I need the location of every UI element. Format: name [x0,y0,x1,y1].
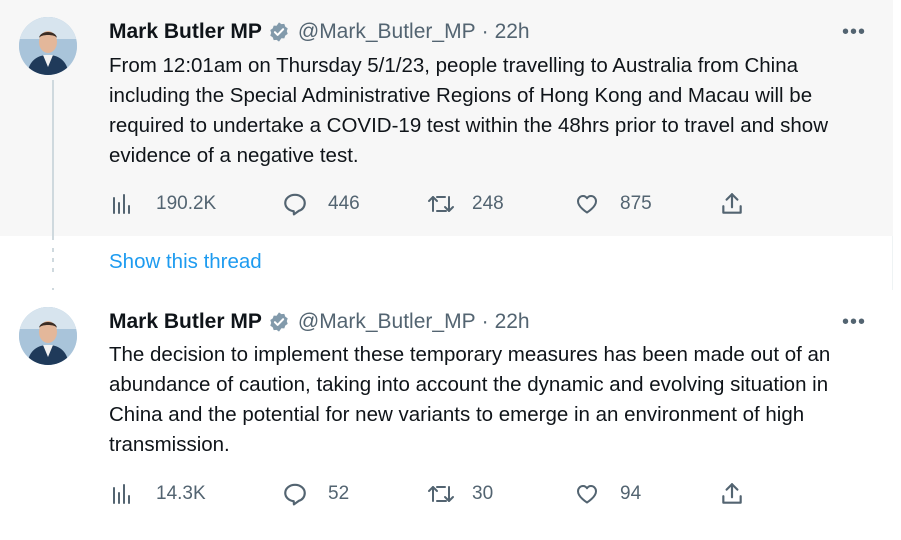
reply-count: 446 [328,193,360,214]
retweet-icon [426,482,456,506]
views-count: 190.2K [156,193,217,214]
reply-button[interactable]: 52 [282,479,349,509]
timestamp[interactable]: 22h [495,20,530,44]
more-horizontal-icon[interactable]: ••• [840,310,868,334]
like-count: 875 [620,193,652,214]
reply-count: 52 [328,483,350,504]
like-button[interactable]: 94 [574,479,641,509]
views-button[interactable]: 14.3K [110,479,206,509]
verified-badge-icon [268,311,290,333]
retweet-count: 248 [472,193,504,214]
more-horizontal-icon[interactable]: ••• [840,20,868,44]
author-name[interactable]: Mark Butler MP [109,310,262,334]
share-icon [719,481,745,507]
views-button[interactable]: 190.2K [110,189,216,219]
retweet-button[interactable]: 248 [426,189,504,219]
avatar[interactable] [19,307,77,365]
like-count: 94 [620,483,642,504]
tweet-header: Mark Butler MP @Mark_Butler_MP · 22h [109,20,530,44]
timestamp[interactable]: 22h [495,310,530,334]
separator: · [481,20,489,43]
analytics-icon [110,192,134,216]
tweet-text: From 12:01am on Thursday 5/1/23, people … [109,54,829,167]
author-handle[interactable]: @Mark_Butler_MP [298,20,476,44]
tweet[interactable]: Mark Butler MP @Mark_Butler_MP · 22h •••… [0,290,893,540]
share-button[interactable] [719,189,745,219]
heart-icon [574,482,600,506]
tweet[interactable]: Mark Butler MP @Mark_Butler_MP · 22h •••… [0,0,893,240]
author-handle[interactable]: @Mark_Butler_MP [298,310,476,334]
author-name[interactable]: Mark Butler MP [109,20,262,44]
reply-button[interactable]: 446 [282,189,360,219]
reply-icon [282,191,308,217]
analytics-icon [110,482,134,506]
tweet-header: Mark Butler MP @Mark_Butler_MP · 22h [109,310,530,334]
share-icon [719,191,745,217]
tweet-text: The decision to implement these temporar… [109,343,831,456]
retweet-icon [426,192,456,216]
timeline-border [892,0,901,540]
share-button[interactable] [719,479,745,509]
verified-badge-icon [268,21,290,43]
like-button[interactable]: 875 [574,189,652,219]
retweet-count: 30 [472,483,494,504]
show-thread-link[interactable]: Show this thread [109,250,262,274]
thread-connector [52,80,54,240]
views-count: 14.3K [156,483,206,504]
separator: · [481,310,489,333]
reply-icon [282,481,308,507]
tweet-actions: 190.2K 446 248 875 [110,189,750,219]
thread-dots [52,248,54,278]
retweet-button[interactable]: 30 [426,479,493,509]
tweet-actions: 14.3K 52 30 94 [110,479,750,509]
heart-icon [574,192,600,216]
avatar[interactable] [19,17,77,75]
